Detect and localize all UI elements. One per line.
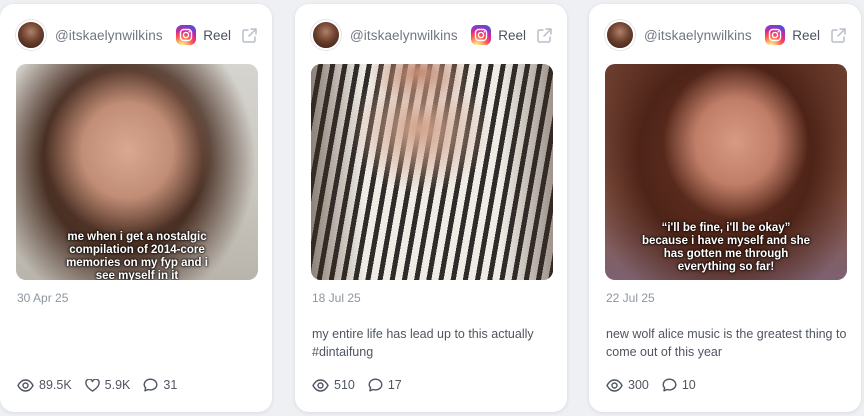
eye-icon <box>17 378 34 392</box>
post-thumbnail[interactable]: me when i get a nostalgic compilation of… <box>16 64 258 280</box>
post-stats: 510 17 <box>312 378 415 392</box>
post-stats: 89.5K 5.9K 31 <box>17 378 190 392</box>
card-header: @itskaelynwilkins Reel <box>16 18 258 52</box>
comments-stat: 10 <box>662 378 696 392</box>
card-header: @itskaelynwilkins Reel <box>311 18 553 52</box>
comments-count: 17 <box>387 378 402 392</box>
avatar[interactable] <box>605 20 635 50</box>
card-header: @itskaelynwilkins Reel <box>605 18 847 52</box>
comments-stat: 31 <box>143 378 177 392</box>
heart-icon <box>84 378 100 392</box>
views-stat: 510 <box>312 378 355 392</box>
post-description: my entire life has lead up to this actua… <box>312 327 534 359</box>
views-count: 89.5K <box>39 378 72 392</box>
post-card[interactable]: @itskaelynwilkins Reel “i'll be fine, i'… <box>589 4 861 412</box>
avatar[interactable] <box>16 20 46 50</box>
instagram-icon <box>765 25 786 45</box>
eye-icon <box>312 378 329 392</box>
post-date: 22 Jul 25 <box>606 291 655 305</box>
account-handle[interactable]: @itskaelynwilkins <box>644 28 752 43</box>
instagram-icon <box>176 25 197 45</box>
post-type-label: Reel <box>792 27 820 43</box>
external-link-icon[interactable] <box>535 26 553 44</box>
views-count: 300 <box>628 378 649 392</box>
account-handle[interactable]: @itskaelynwilkins <box>350 28 458 43</box>
post-type-label: Reel <box>498 27 526 43</box>
likes-stat: 5.9K <box>84 378 131 392</box>
likes-count: 5.9K <box>104 378 131 392</box>
post-card[interactable]: @itskaelynwilkins Reel 18 Jul 25 my enti… <box>295 4 567 412</box>
instagram-icon <box>471 25 492 45</box>
post-type-label: Reel <box>203 27 231 43</box>
eye-icon <box>606 378 623 392</box>
video-caption-overlay: me when i get a nostalgic compilation of… <box>66 231 208 280</box>
post-description: new wolf alice music is the greatest thi… <box>606 327 847 359</box>
comments-count: 10 <box>681 378 696 392</box>
video-caption-overlay: “i'll be fine, i'll be okay” because i h… <box>641 222 811 273</box>
comment-icon <box>662 378 677 392</box>
views-stat: 89.5K <box>17 378 72 392</box>
external-link-icon[interactable] <box>829 26 847 44</box>
post-thumbnail[interactable]: “i'll be fine, i'll be okay” because i h… <box>605 64 847 280</box>
views-count: 510 <box>334 378 355 392</box>
post-stats: 300 10 <box>606 378 709 392</box>
thumbnail-shade <box>311 64 553 280</box>
account-handle[interactable]: @itskaelynwilkins <box>55 28 163 43</box>
post-thumbnail[interactable] <box>311 64 553 280</box>
comments-count: 31 <box>163 378 178 392</box>
post-card[interactable]: @itskaelynwilkins Reel me when i get a n… <box>0 4 272 412</box>
comment-icon <box>143 378 158 392</box>
post-date: 30 Apr 25 <box>17 291 69 305</box>
comments-stat: 17 <box>368 378 402 392</box>
avatar[interactable] <box>311 20 341 50</box>
external-link-icon[interactable] <box>240 26 258 44</box>
views-stat: 300 <box>606 378 649 392</box>
post-date: 18 Jul 25 <box>312 291 361 305</box>
comment-icon <box>368 378 383 392</box>
